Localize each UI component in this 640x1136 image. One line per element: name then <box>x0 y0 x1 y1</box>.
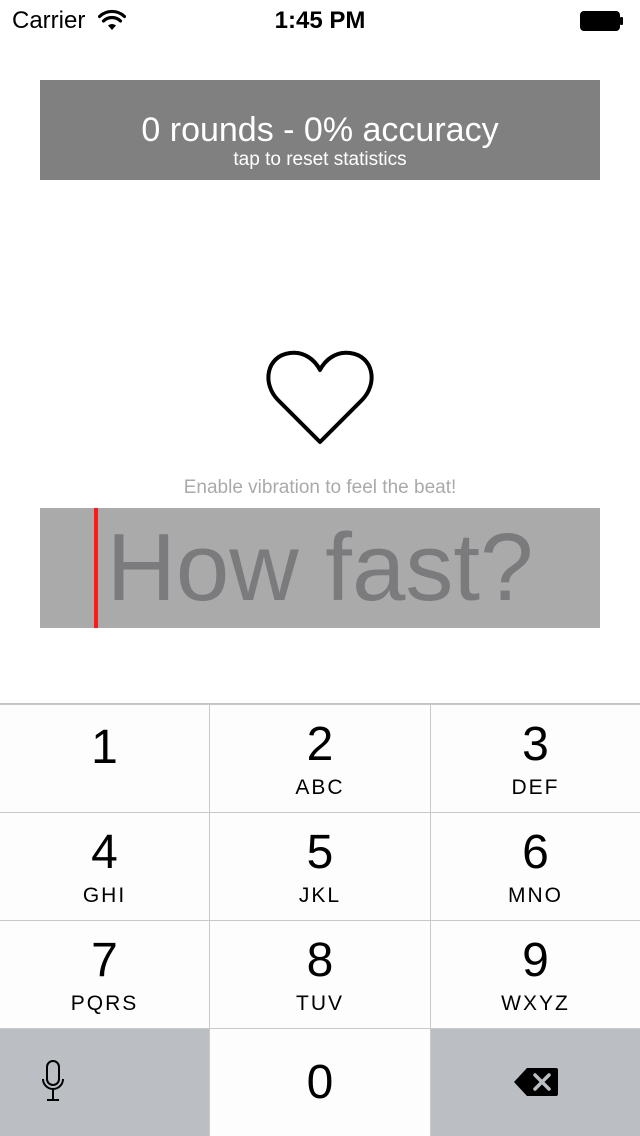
key-7[interactable]: 7 PQRS <box>0 921 209 1028</box>
key-digit: 2 <box>306 718 334 771</box>
key-letters: TUV <box>296 992 344 1015</box>
text-caret <box>94 508 98 628</box>
stats-summary: 0 rounds - 0% accuracy <box>141 111 499 149</box>
dictation-button[interactable] <box>0 1029 209 1136</box>
key-3[interactable]: 3 DEF <box>431 705 640 812</box>
delete-button[interactable] <box>431 1029 640 1136</box>
key-digit: 7 <box>91 934 118 987</box>
stats-reset-hint: tap to reset statistics <box>233 149 407 170</box>
key-letters: ABC <box>295 776 345 799</box>
key-letters: GHI <box>82 884 127 907</box>
key-digit: 5 <box>306 826 334 879</box>
heart-icon <box>266 350 374 444</box>
key-digit: 0 <box>306 1056 334 1109</box>
key-letters: PQRS <box>70 992 139 1015</box>
backspace-icon <box>514 1068 558 1096</box>
key-5[interactable]: 5 JKL <box>210 813 430 920</box>
status-bar: Carrier 1:45 PM <box>0 0 640 40</box>
key-letters: MNO <box>508 884 563 907</box>
key-6[interactable]: 6 MNO <box>431 813 640 920</box>
key-digit: 3 <box>522 718 549 771</box>
stats-reset-button[interactable]: 0 rounds - 0% accuracy tap to reset stat… <box>40 80 600 180</box>
bpm-input-container[interactable] <box>40 508 600 628</box>
key-digit: 6 <box>522 826 549 879</box>
key-9[interactable]: 9 WXYZ <box>431 921 640 1028</box>
key-letters: JKL <box>298 884 342 907</box>
key-digit: 4 <box>91 826 118 879</box>
battery-icon <box>580 11 623 31</box>
key-letters: WXYZ <box>501 992 570 1015</box>
key-1[interactable]: 1 <box>0 705 209 812</box>
key-0[interactable]: 0 <box>210 1029 430 1136</box>
key-8[interactable]: 8 TUV <box>210 921 430 1028</box>
status-time: 1:45 PM <box>274 7 366 34</box>
key-digit: 9 <box>522 934 549 987</box>
key-digit: 8 <box>306 934 334 987</box>
numeric-keypad: 1 2 ABC 3 DEF 4 GHI 5 JKL 6 MNO 7 PQRS 8… <box>0 703 640 1136</box>
key-4[interactable]: 4 GHI <box>0 813 209 920</box>
microphone-icon <box>42 1060 64 1101</box>
key-digit: 1 <box>91 721 118 774</box>
key-2[interactable]: 2 ABC <box>210 705 430 812</box>
vibration-hint: Enable vibration to feel the beat! <box>183 477 457 498</box>
key-letters: DEF <box>511 776 560 799</box>
bpm-input[interactable] <box>40 508 600 628</box>
